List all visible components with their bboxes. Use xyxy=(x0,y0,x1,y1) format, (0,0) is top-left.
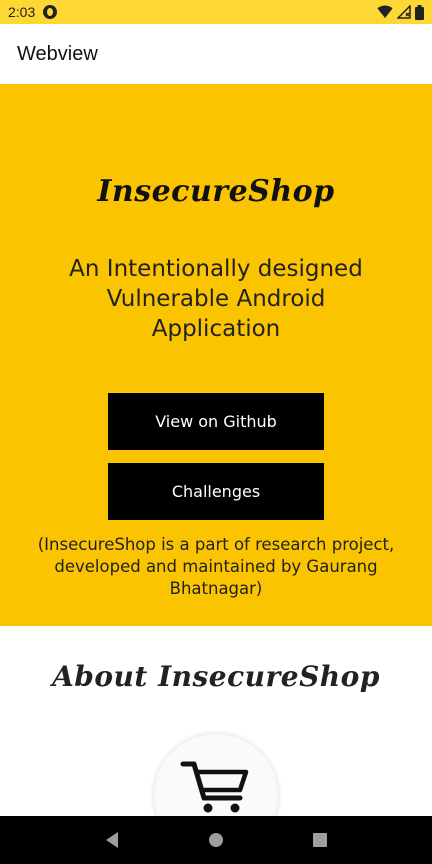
recents-button[interactable] xyxy=(305,825,335,855)
view-on-github-button[interactable]: View on Github xyxy=(108,393,324,450)
back-icon xyxy=(106,832,118,848)
battery-icon xyxy=(415,4,424,20)
wifi-icon xyxy=(377,5,393,18)
back-button[interactable] xyxy=(97,825,127,855)
home-icon xyxy=(209,833,223,847)
challenges-button[interactable]: Challenges xyxy=(108,463,324,520)
signal-icon xyxy=(397,5,411,19)
navigation-bar xyxy=(0,816,432,864)
home-button[interactable] xyxy=(201,825,231,855)
brand-logo-text: InsecureShop xyxy=(97,174,335,209)
app-bar-title: Webview xyxy=(17,42,98,65)
app-badge-icon xyxy=(43,5,58,19)
hero-section: InsecureShop An Intentionally designed V… xyxy=(0,84,432,626)
status-time: 2:03 xyxy=(8,4,36,20)
about-title: About InsecureShop xyxy=(52,660,380,693)
credits-text: (InsecureShop is a part of research proj… xyxy=(37,535,395,598)
tagline: An Intentionally designed Vulnerable And… xyxy=(69,256,363,342)
app-bar: Webview xyxy=(0,24,432,84)
shopping-cart-icon xyxy=(180,761,249,813)
status-icons xyxy=(377,4,424,20)
recents-icon xyxy=(313,833,327,847)
status-bar: 2:03 xyxy=(0,0,432,24)
